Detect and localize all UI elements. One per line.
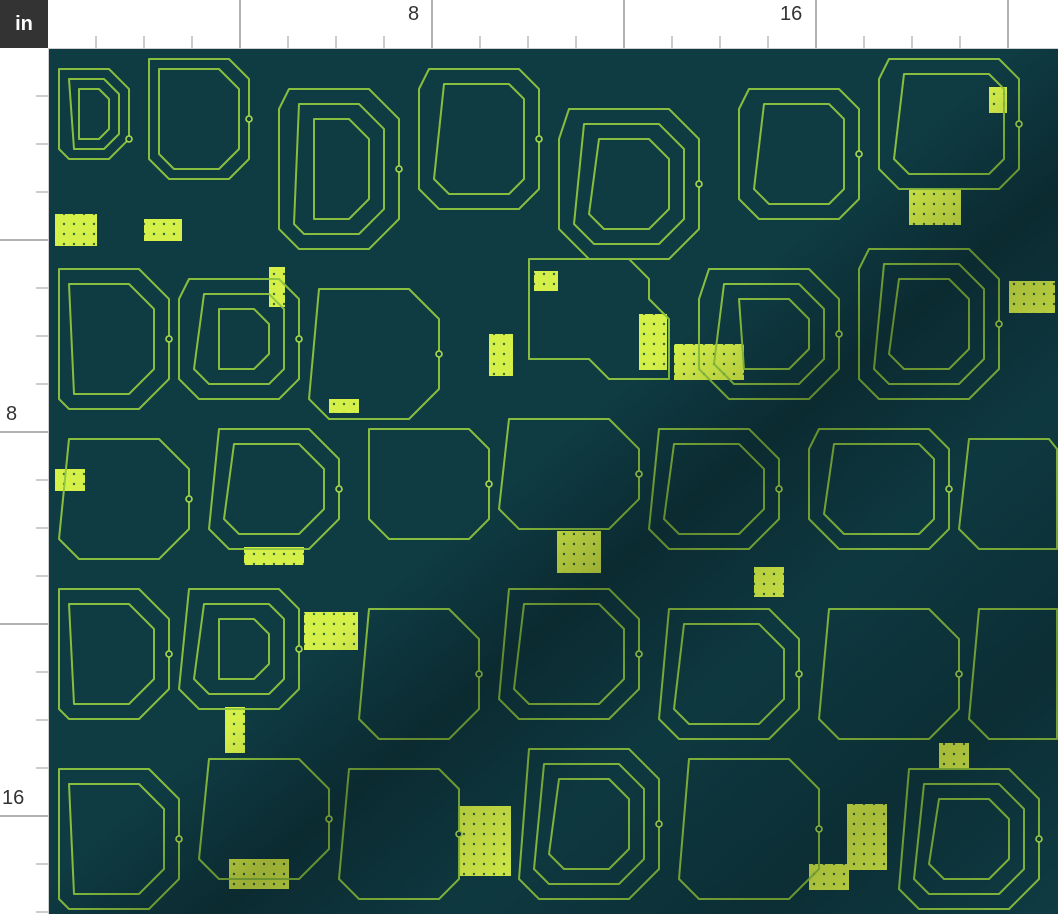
left-ruler-label-8: 8 bbox=[6, 403, 18, 425]
top-ruler-label-16: 16 bbox=[780, 3, 803, 25]
left-ruler-label-16: 16 bbox=[2, 787, 25, 809]
left-ruler-ticks bbox=[0, 95, 48, 913]
circuit-board-pattern-icon bbox=[49, 49, 1058, 914]
top-ruler-ticks bbox=[95, 0, 1009, 48]
top-ruler: 8 16 bbox=[48, 0, 1058, 49]
left-ruler: 8 16 bbox=[0, 48, 49, 914]
top-ruler-label-8: 8 bbox=[408, 3, 420, 25]
fabric-swatch bbox=[49, 49, 1058, 914]
unit-label: in bbox=[0, 0, 48, 48]
